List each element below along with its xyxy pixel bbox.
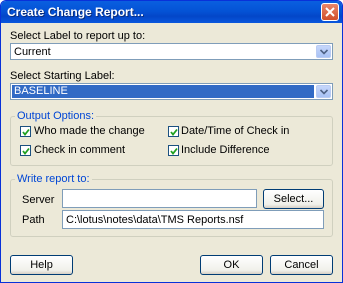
server-input[interactable] <box>62 189 257 208</box>
output-options-group <box>10 116 333 166</box>
report-up-to-dropdown-button[interactable] <box>316 45 331 58</box>
close-button[interactable] <box>321 3 339 21</box>
checkmark-icon <box>170 147 178 155</box>
ok-button[interactable]: OK <box>200 255 263 275</box>
report-up-to-value: Current <box>14 46 51 58</box>
close-icon <box>325 7 335 17</box>
date-time-check-in-label: Date/Time of Check in <box>181 125 290 137</box>
create-change-report-dialog: Create Change Report... Select Label to … <box>0 0 343 283</box>
dialog-title: Create Change Report... <box>7 5 144 19</box>
chevron-down-icon <box>320 49 328 55</box>
starting-label-value: BASELINE <box>12 85 314 98</box>
starting-label-label: Select Starting Label: <box>10 70 115 82</box>
write-report-legend: Write report to: <box>15 173 92 185</box>
starting-label-dropdown-button[interactable] <box>316 85 331 98</box>
checkmark-icon <box>22 147 30 155</box>
check-in-comment-checkbox[interactable] <box>20 145 31 156</box>
include-difference-label: Include Difference <box>181 144 270 156</box>
path-input[interactable]: C:\lotus\notes\data\TMS Reports.nsf <box>62 210 324 229</box>
cancel-button[interactable]: Cancel <box>270 255 333 275</box>
starting-label-select[interactable]: BASELINE <box>10 83 333 100</box>
help-button[interactable]: Help <box>10 255 73 275</box>
output-options-legend: Output Options: <box>15 110 97 122</box>
include-difference-checkbox[interactable] <box>168 145 179 156</box>
who-made-change-label: Who made the change <box>34 125 145 137</box>
report-up-to-label: Select Label to report up to: <box>10 30 146 42</box>
server-label: Server <box>22 194 55 206</box>
who-made-change-checkbox[interactable] <box>20 126 31 137</box>
report-up-to-select[interactable]: Current <box>10 43 333 60</box>
checkmark-icon <box>170 128 178 136</box>
select-server-button[interactable]: Select... <box>263 189 324 209</box>
check-in-comment-label: Check in comment <box>34 144 126 156</box>
title-bar: Create Change Report... <box>1 1 342 23</box>
path-value: C:\lotus\notes\data\TMS Reports.nsf <box>66 214 244 226</box>
date-time-check-in-checkbox[interactable] <box>168 126 179 137</box>
chevron-down-icon <box>320 89 328 95</box>
path-label: Path <box>22 214 45 226</box>
checkmark-icon <box>22 128 30 136</box>
